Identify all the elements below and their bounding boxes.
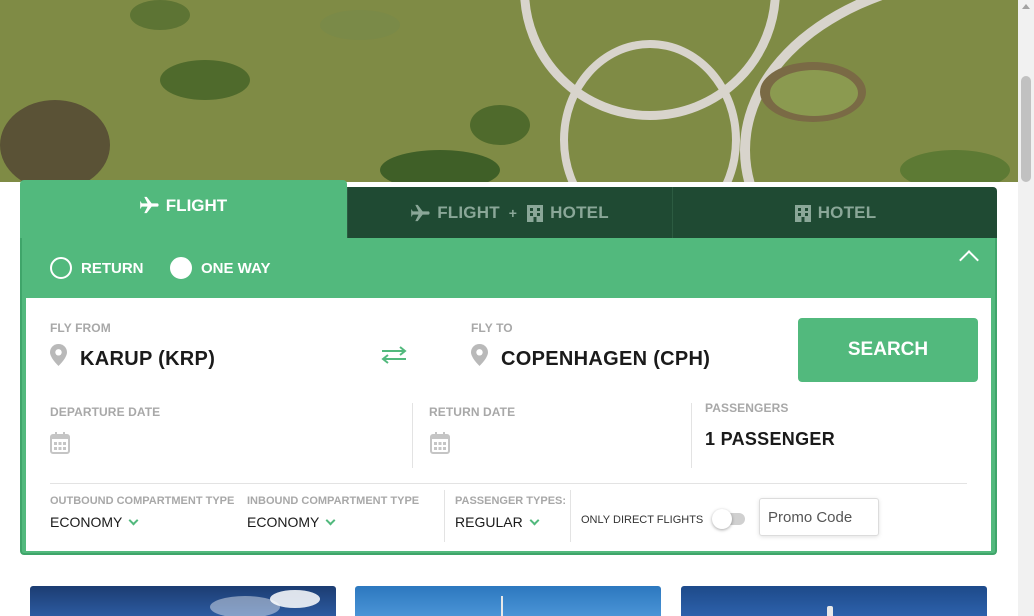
plane-icon (139, 196, 159, 214)
calendar-icon[interactable] (50, 432, 70, 454)
chevron-down-icon (128, 515, 139, 525)
passenger-types-value: REGULAR (455, 514, 523, 530)
chevron-down-icon (529, 515, 540, 525)
radio-return[interactable]: RETURN (50, 257, 144, 279)
fly-from-input[interactable]: KARUP (KRP) (80, 348, 215, 371)
outbound-compartment-label: OUTBOUND COMPARTMENT TYPE (50, 495, 235, 507)
building-icon (794, 204, 811, 222)
divider (444, 490, 445, 542)
page-scrollbar[interactable] (1018, 0, 1034, 616)
destination-card[interactable] (30, 586, 336, 616)
inbound-compartment-label: INBOUND COMPARTMENT TYPE (247, 495, 420, 507)
tab-hotel[interactable]: HOTEL (672, 187, 997, 238)
passengers-selector[interactable]: 1 PASSENGER (705, 429, 835, 450)
fly-from-label: FLY FROM (50, 321, 111, 335)
tab-flight[interactable]: FLIGHT (20, 180, 347, 240)
plane-icon (411, 204, 430, 221)
radio-circle-filled-icon[interactable] (170, 257, 192, 279)
radio-one-way[interactable]: ONE WAY (170, 257, 270, 279)
divider (570, 490, 571, 542)
direct-flights-toggle[interactable] (712, 509, 745, 529)
page: FLIGHT + HOTEL HOTEL FLIGHT RETURN ONE W… (0, 0, 1034, 616)
divider (691, 403, 692, 468)
building-icon (527, 204, 544, 222)
hero-image (0, 0, 1018, 182)
outbound-compartment-value: ECONOMY (50, 514, 123, 530)
search-panel: RETURN ONE WAY FLY FROM KARUP (KRP) FLY … (20, 238, 997, 555)
divider (412, 403, 413, 468)
fly-to-input[interactable]: COPENHAGEN (CPH) (501, 348, 710, 371)
toggle-knob (712, 509, 732, 529)
passenger-types-select[interactable]: REGULAR (455, 514, 540, 530)
radio-one-way-label: ONE WAY (201, 259, 271, 277)
calendar-icon[interactable] (430, 432, 450, 454)
search-form: FLY FROM KARUP (KRP) FLY TO COPENHAGEN (… (26, 298, 991, 551)
tab-flight-hotel-label-a: FLIGHT (437, 202, 500, 222)
inbound-compartment-value: ECONOMY (247, 514, 320, 530)
departure-date-label: DEPARTURE DATE (50, 405, 161, 419)
radio-circle-empty-icon[interactable] (50, 257, 72, 279)
plus-icon: + (508, 204, 518, 221)
trip-type-row: RETURN ONE WAY (22, 238, 995, 298)
fly-to-label: FLY TO (471, 321, 513, 335)
booking-widget: FLIGHT + HOTEL HOTEL FLIGHT RETURN ONE W… (20, 180, 997, 555)
promo-code-input[interactable] (759, 498, 879, 536)
map-pin-icon (471, 344, 488, 366)
radio-return-label: RETURN (81, 259, 144, 277)
scroll-thumb[interactable] (1021, 76, 1031, 182)
map-pin-icon (50, 344, 67, 366)
chevron-down-icon (325, 515, 336, 525)
outbound-compartment-select[interactable]: ECONOMY (50, 514, 139, 530)
return-date-label: RETURN DATE (429, 405, 516, 419)
chevron-up-icon[interactable] (959, 250, 979, 270)
direct-flights-label: ONLY DIRECT FLIGHTS (581, 514, 704, 526)
tab-flight-label: FLIGHT (165, 196, 228, 215)
search-button[interactable]: SEARCH (798, 318, 978, 382)
destination-card[interactable] (681, 586, 987, 616)
divider (50, 483, 967, 484)
tab-hotel-label: HOTEL (817, 202, 877, 222)
swap-arrows-icon[interactable] (380, 346, 408, 364)
destination-card[interactable] (355, 586, 661, 616)
passenger-types-label: PASSENGER TYPES: (455, 495, 567, 507)
tab-flight-hotel-label-b: HOTEL (550, 202, 609, 222)
scroll-up-arrow-icon[interactable] (1022, 4, 1030, 9)
passengers-label: PASSENGERS (705, 401, 789, 415)
inbound-compartment-select[interactable]: ECONOMY (247, 514, 336, 530)
tab-flight-hotel[interactable]: FLIGHT + HOTEL (347, 187, 672, 238)
